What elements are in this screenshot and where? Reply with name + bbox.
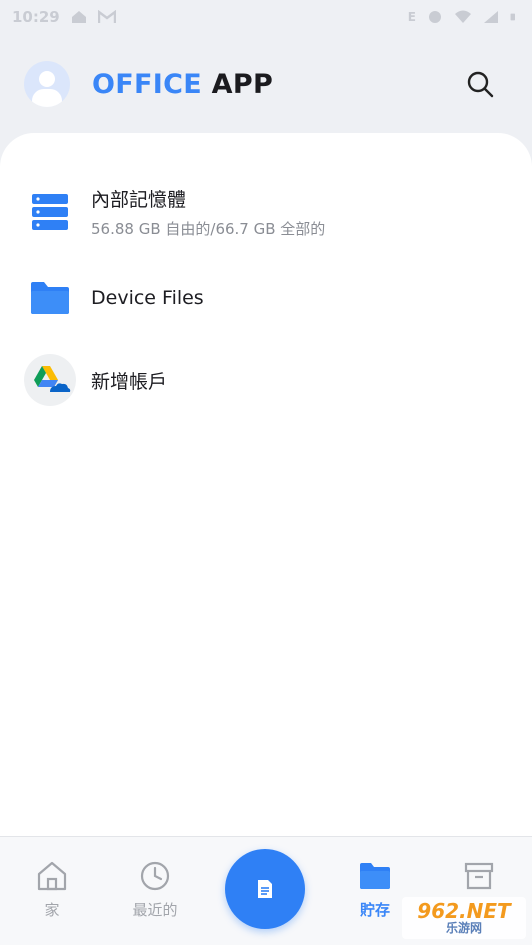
network-type: E (407, 10, 416, 24)
google-drive-icon (34, 366, 71, 392)
device-files-item[interactable]: Device Files (0, 273, 532, 323)
app-header: OFFICE APP (0, 34, 532, 134)
cloud-accounts-icon (24, 354, 76, 406)
wifi-icon (455, 10, 471, 23)
archive-icon (464, 862, 494, 890)
internal-storage-text: 內部記憶體 56.88 GB 自由的/66.7 GB 全部的 (91, 185, 325, 239)
search-icon[interactable] (466, 70, 494, 98)
app-title-app: APP (211, 68, 274, 100)
folder-icon (360, 863, 390, 889)
watermark-logo: 962.NET 乐游网 (402, 897, 526, 939)
avatar-body (32, 89, 62, 107)
battery-icon (510, 13, 515, 21)
avatar-head (39, 71, 55, 87)
status-bar: 10:29 E (0, 0, 532, 34)
home-icon (37, 861, 67, 891)
watermark-line2: 乐游网 (445, 921, 482, 935)
cloud-accounts-badge (24, 354, 76, 406)
internal-storage-item[interactable]: 內部記憶體 56.88 GB 自由的/66.7 GB 全部的 (0, 177, 532, 247)
avatar[interactable] (24, 61, 70, 107)
app-title-office: OFFICE (92, 68, 202, 100)
home-status-icon (71, 11, 86, 23)
storage-list: 內部記憶體 56.88 GB 自由的/66.7 GB 全部的 Device Fi… (0, 133, 532, 836)
clock-icon (140, 861, 170, 891)
nav-home-label: 家 (44, 901, 60, 919)
status-time: 10:29 (12, 8, 60, 26)
nav-archive[interactable] (434, 859, 524, 899)
device-files-text: Device Files (91, 287, 204, 309)
nav-recent[interactable]: 最近的 (110, 859, 200, 920)
status-bar-right: E (408, 10, 520, 24)
gmail-status-icon (97, 10, 116, 23)
add-account-label: 新增帳戶 (91, 370, 168, 393)
document-icon (258, 880, 272, 898)
signal-icon (484, 11, 498, 23)
vibrate-icon (429, 11, 441, 23)
app-title: OFFICE APP (92, 69, 273, 100)
device-files-label: Device Files (91, 287, 204, 309)
status-bar-left: 10:29 (12, 8, 116, 26)
nav-home[interactable]: 家 (7, 859, 97, 920)
documents-fab-button[interactable] (225, 849, 305, 929)
nav-recent-label: 最近的 (132, 901, 178, 919)
add-account-item[interactable]: 新增帳戶 (0, 353, 532, 407)
internal-storage-label: 內部記憶體 (91, 189, 187, 211)
add-account-text: 新增帳戶 (91, 367, 167, 394)
storage-server-icon (24, 186, 76, 238)
internal-storage-usage: 56.88 GB 自由的/66.7 GB 全部的 (91, 220, 326, 238)
folder-icon (24, 272, 76, 324)
watermark-line1: 962.NET (417, 899, 511, 923)
